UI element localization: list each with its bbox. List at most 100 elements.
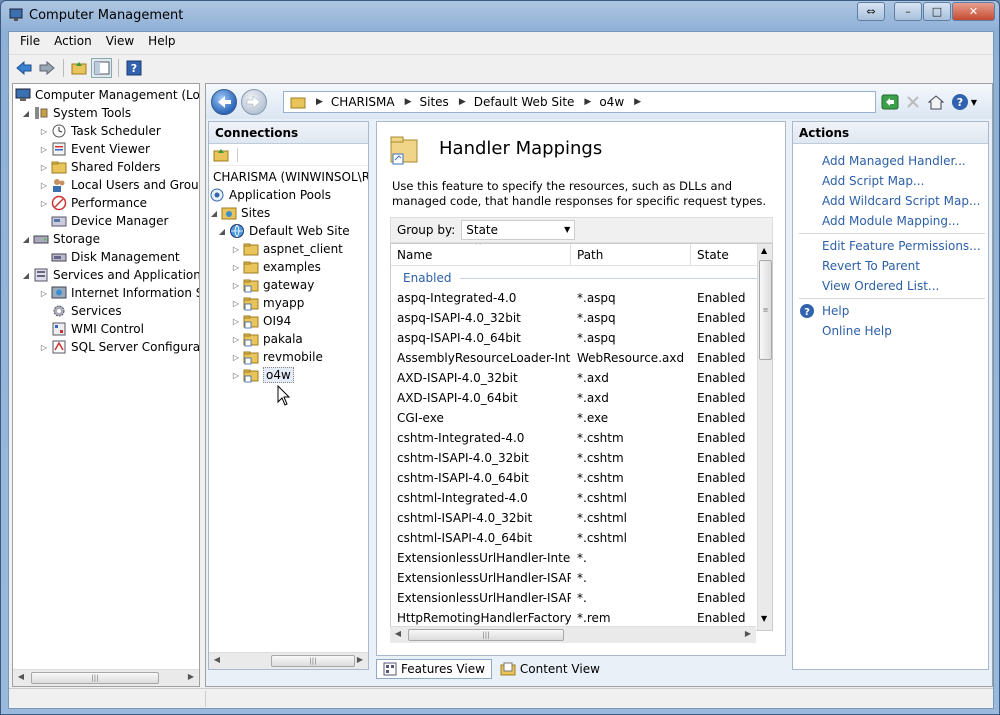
connection-item[interactable]: ◢ Sites	[209, 204, 270, 222]
connection-item[interactable]: ▷ o4w	[231, 366, 294, 384]
table-row[interactable]: cshtml-ISAPI-4.0_64bit *.cshtml Enabled	[391, 528, 757, 548]
action-online-help[interactable]: Online Help	[822, 324, 892, 338]
crumb-o4w[interactable]: o4w ▶	[599, 95, 641, 109]
expander-icon[interactable]: ▷	[39, 145, 49, 154]
action-add-wildcard-script-map[interactable]: Add Wildcard Script Map...	[822, 194, 980, 208]
refresh-icon[interactable]	[880, 92, 900, 112]
table-row[interactable]: cshtm-ISAPI-4.0_64bit *.cshtm Enabled	[391, 468, 757, 488]
tree-item[interactable]: ▷ Task Scheduler	[39, 122, 161, 140]
show-hide-tree-icon[interactable]	[91, 57, 112, 78]
title-bar[interactable]: Computer Management ⇔ – □ ✕	[1, 1, 999, 31]
expander-icon[interactable]: ▷	[39, 199, 49, 208]
expander-icon[interactable]: ◢	[21, 109, 31, 118]
tree-item[interactable]: WMI Control	[39, 320, 144, 338]
connection-item[interactable]: ▷ OI94	[231, 312, 291, 330]
table-row[interactable]: AXD-ISAPI-4.0_64bit *.axd Enabled	[391, 388, 757, 408]
console-tree-hscroll[interactable]: ◀ ||| ▶	[13, 669, 199, 686]
scroll-thumb[interactable]: |||	[31, 672, 159, 684]
tree-item[interactable]: ▷ Event Viewer	[39, 140, 150, 158]
connection-item[interactable]: ▷ aspnet_client	[231, 240, 343, 258]
connection-item[interactable]: CHARISMA (WINWINSOL\RC	[213, 168, 368, 186]
table-row[interactable]: HttpRemotingHandlerFactory... *.rem Enable…	[391, 608, 757, 628]
scroll-right-arrow[interactable]: ▶	[742, 629, 754, 638]
scroll-right-arrow[interactable]: ▶	[354, 655, 366, 664]
expander-icon[interactable]: ▷	[39, 289, 49, 298]
expander-icon[interactable]: ▷	[231, 317, 241, 326]
back-icon[interactable]	[13, 58, 34, 78]
table-row[interactable]: cshtml-Integrated-4.0 *.cshtml Enabled	[391, 488, 757, 508]
connection-item[interactable]: ▷ examples	[231, 258, 321, 276]
action-help[interactable]: Help	[822, 304, 849, 318]
expander-icon[interactable]: ▷	[39, 343, 49, 352]
connections-hscroll[interactable]: ◀ ||| ▶	[209, 652, 368, 669]
action-edit-feature-permissions[interactable]: Edit Feature Permissions...	[822, 239, 981, 253]
iis-help-icon[interactable]: ? ▼	[949, 92, 979, 112]
menu-file[interactable]: File	[13, 32, 47, 53]
table-row[interactable]: ExtensionlessUrlHandler-ISAPI... *. Enable…	[391, 568, 757, 588]
scroll-left-arrow[interactable]: ◀	[392, 629, 404, 638]
minimize-button[interactable]: –	[894, 2, 922, 21]
expander-icon[interactable]: ◢	[209, 209, 219, 218]
column-header-state[interactable]: State	[691, 244, 757, 266]
expander-icon[interactable]: ▷	[231, 371, 241, 380]
tree-item[interactable]: Device Manager	[39, 212, 168, 230]
table-row[interactable]: aspq-ISAPI-4.0_64bit *.aspq Enabled	[391, 328, 757, 348]
up-folder-icon[interactable]	[68, 58, 89, 78]
table-row[interactable]: ExtensionlessUrlHandler-Integ... *. Enable…	[391, 548, 757, 568]
content-view-tab[interactable]: Content View	[494, 660, 606, 678]
table-row[interactable]: CGI-exe *.exe Enabled	[391, 408, 757, 428]
expander-icon[interactable]: ▷	[231, 353, 241, 362]
tree-item[interactable]: ▷ Performance	[39, 194, 147, 212]
action-view-ordered-list[interactable]: View Ordered List...	[822, 279, 939, 293]
action-add-module-mapping[interactable]: Add Module Mapping...	[822, 214, 959, 228]
connection-item[interactable]: ▷ pakala	[231, 330, 303, 348]
tree-item[interactable]: ◢ System Tools	[21, 104, 131, 122]
address-breadcrumb[interactable]: ▶ CHARISMA ▶ Sites ▶ Default Web Site ▶ o4w…	[283, 91, 876, 113]
scroll-thumb[interactable]: |||	[408, 629, 564, 641]
connection-item[interactable]: ▷ gateway	[231, 276, 314, 294]
stop-icon[interactable]	[903, 92, 923, 112]
expander-icon[interactable]: ▷	[39, 181, 49, 190]
connection-item[interactable]: ▷ revmobile	[231, 348, 323, 366]
expander-icon[interactable]: ▷	[39, 127, 49, 136]
menu-action[interactable]: Action	[47, 32, 99, 53]
menu-view[interactable]: View	[99, 32, 141, 53]
action-add-script-map[interactable]: Add Script Map...	[822, 174, 924, 188]
connection-item[interactable]: Application Pools	[209, 186, 331, 204]
restore-swap-button[interactable]: ⇔	[857, 2, 885, 21]
group-header-enabled[interactable]: Enabled	[391, 268, 757, 288]
expander-icon[interactable]: ◢	[21, 271, 31, 280]
scroll-thumb[interactable]: |||	[271, 655, 355, 667]
expander-icon[interactable]: ▷	[39, 163, 49, 172]
table-row[interactable]: cshtm-ISAPI-4.0_32bit *.cshtm Enabled	[391, 448, 757, 468]
tree-item[interactable]: ▷ Local Users and Groups	[39, 176, 199, 194]
scroll-left-arrow[interactable]: ◀	[15, 672, 27, 681]
connection-item[interactable]: ◢ Default Web Site	[217, 222, 350, 240]
tree-item[interactable]: ▷ Shared Folders	[39, 158, 160, 176]
grid-vscroll[interactable]: ▲ ≡ ▼	[757, 244, 772, 630]
forward-icon[interactable]	[36, 58, 57, 78]
nav-back-button[interactable]	[211, 89, 237, 115]
tree-item[interactable]: ◢ Storage	[21, 230, 100, 248]
connection-item[interactable]: ▷ myapp	[231, 294, 304, 312]
tree-item[interactable]: ◢ Services and Applications	[21, 266, 199, 284]
tree-item[interactable]: ▷ Internet Information Ser	[39, 284, 199, 302]
table-row[interactable]: aspq-Integrated-4.0 *.aspq Enabled	[391, 288, 757, 308]
scroll-up-arrow[interactable]: ▲	[761, 246, 767, 255]
scroll-right-arrow[interactable]: ▶	[185, 672, 197, 681]
nav-forward-button[interactable]	[241, 89, 267, 115]
scroll-left-arrow[interactable]: ◀	[211, 655, 223, 664]
tree-item[interactable]: Services	[39, 302, 122, 320]
maximize-button[interactable]: □	[923, 2, 951, 21]
expander-icon[interactable]: ▷	[231, 281, 241, 290]
table-row[interactable]: ExtensionlessUrlHandler-ISAPI... *. Enable…	[391, 588, 757, 608]
column-header-path[interactable]: Path	[571, 244, 691, 266]
group-by-select[interactable]: State ▼	[461, 220, 576, 240]
crumb-sites[interactable]: Sites ▶	[420, 95, 466, 109]
action-add-managed-handler[interactable]: Add Managed Handler...	[822, 154, 966, 168]
action-revert-to-parent[interactable]: Revert To Parent	[822, 259, 920, 273]
menu-help[interactable]: Help	[141, 32, 182, 53]
crumb-default-web-site[interactable]: Default Web Site ▶	[474, 95, 592, 109]
scroll-thumb[interactable]: ≡	[759, 260, 772, 360]
home-icon[interactable]	[926, 92, 946, 112]
